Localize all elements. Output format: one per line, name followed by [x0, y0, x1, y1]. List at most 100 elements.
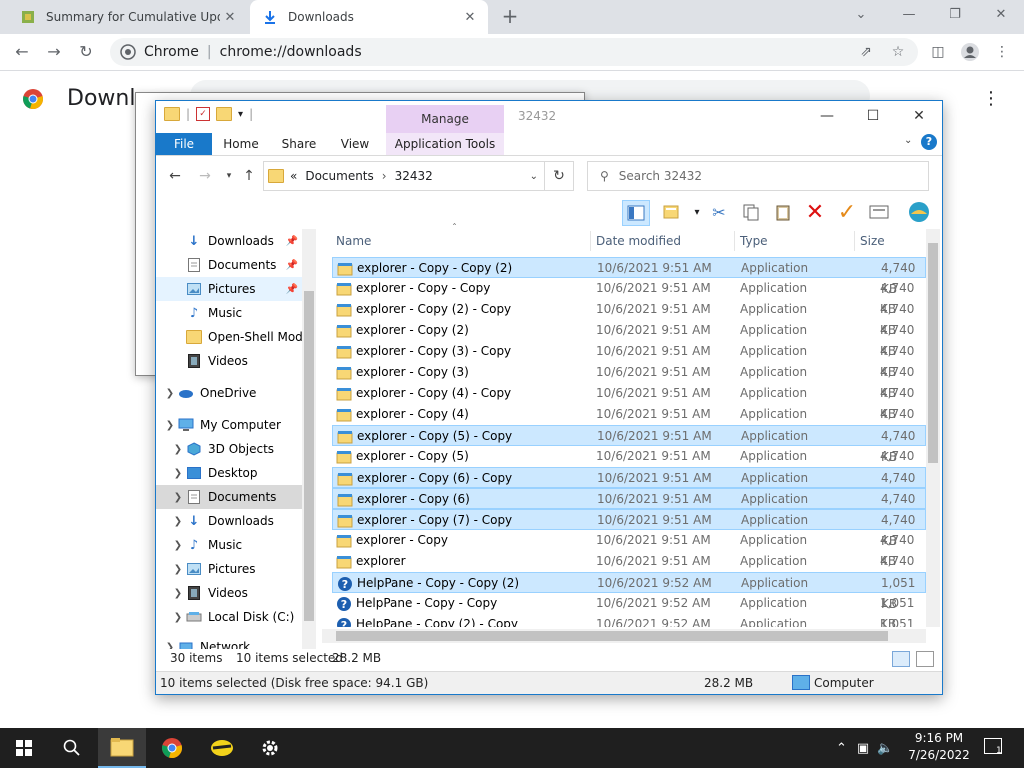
- tab-view[interactable]: View: [332, 133, 378, 155]
- file-row[interactable]: ? HelpPane - Copy (2) - Copy 10/6/2021 9:5…: [332, 614, 926, 627]
- restore-button[interactable]: ❐: [932, 4, 978, 26]
- file-row[interactable]: explorer - Copy (2) 10/6/2021 9:51 AM Appl…: [332, 320, 926, 358]
- profile-avatar-icon[interactable]: [958, 40, 982, 64]
- file-row[interactable]: explorer - Copy (4) - Copy 10/6/2021 9:51…: [332, 383, 926, 421]
- site-info[interactable]: Chrome: [120, 44, 199, 60]
- chevron-right-icon[interactable]: ❯: [170, 444, 186, 455]
- file-row[interactable]: explorer - Copy - Copy (2) 10/6/2021 9:51…: [332, 257, 926, 296]
- nav-scrollbar-thumb[interactable]: [304, 291, 314, 621]
- address-overflow[interactable]: «: [290, 169, 297, 183]
- file-row[interactable]: explorer - Copy 10/6/2021 9:51 AM Applicat…: [332, 530, 926, 568]
- file-row[interactable]: explorer - Copy (6) - Copy 10/6/2021 9:51…: [332, 467, 926, 506]
- refresh-button[interactable]: ↻: [545, 161, 574, 191]
- nav-item-desktop[interactable]: ❯ Desktop: [156, 461, 302, 485]
- system-clock[interactable]: 9:16 PM 7/26/2022: [904, 730, 974, 766]
- file-row[interactable]: explorer - Copy (5) 10/6/2021 9:51 AM Appl…: [332, 446, 926, 484]
- column-separator[interactable]: [734, 231, 735, 251]
- close-tab-icon[interactable]: ✕: [460, 10, 480, 25]
- paste-icon[interactable]: [770, 200, 796, 224]
- new-tab-button[interactable]: +: [498, 4, 522, 28]
- chevron-down-icon[interactable]: ❯: [162, 420, 178, 431]
- column-size[interactable]: Size: [860, 229, 885, 253]
- file-row[interactable]: ? HelpPane - Copy - Copy (2) 10/6/2021 9:5…: [332, 572, 926, 611]
- chevron-right-icon[interactable]: ❯: [170, 564, 186, 575]
- back-button[interactable]: ←: [10, 40, 34, 64]
- tab-search-icon[interactable]: ⌄: [838, 4, 884, 26]
- bookmark-star-icon[interactable]: ☆: [886, 40, 910, 64]
- forward-arrow-icon[interactable]: →: [194, 166, 216, 186]
- vertical-scrollbar-thumb[interactable]: [928, 243, 938, 463]
- nav-item-downloads-pc[interactable]: ❯ ↓ Downloads: [156, 509, 302, 533]
- back-arrow-icon[interactable]: ←: [164, 166, 186, 186]
- tab-downloads[interactable]: Downloads ✕: [250, 0, 488, 34]
- properties-icon[interactable]: ✓: [196, 107, 211, 121]
- nav-item-videos-pc[interactable]: ❯ Videos: [156, 581, 302, 605]
- reload-button[interactable]: ↻: [74, 40, 98, 64]
- nav-item-documents-pc[interactable]: ❯ Documents: [156, 485, 302, 509]
- cut-icon[interactable]: ✂: [706, 200, 732, 224]
- layout-icon[interactable]: [660, 200, 686, 224]
- file-row[interactable]: explorer - Copy (5) - Copy 10/6/2021 9:51…: [332, 425, 926, 464]
- column-separator[interactable]: [590, 231, 591, 251]
- tab-file[interactable]: File: [156, 133, 212, 155]
- breadcrumb-current[interactable]: 32432: [395, 169, 433, 183]
- nav-item-my-computer[interactable]: ❯ My Computer: [156, 413, 302, 437]
- search-icon[interactable]: [48, 728, 96, 768]
- customize-qat-icon[interactable]: ▾: [238, 109, 243, 120]
- nav-item-open-shell[interactable]: Open-Shell Mod: [156, 325, 303, 349]
- nav-item-documents[interactable]: Documents 📌: [156, 253, 302, 277]
- chrome-taskbar-icon[interactable]: [148, 728, 196, 768]
- file-row[interactable]: explorer - Copy - Copy 10/6/2021 9:51 AM A…: [332, 278, 926, 316]
- file-row[interactable]: explorer - Copy (7) - Copy 10/6/2021 9:51…: [332, 509, 926, 548]
- chevron-right-icon[interactable]: ❯: [170, 468, 186, 479]
- rename-checkmark-icon[interactable]: ✓: [834, 200, 860, 225]
- close-window-button[interactable]: ✕: [978, 4, 1024, 26]
- chevron-down-icon[interactable]: ⌄: [904, 135, 912, 146]
- column-date-modified[interactable]: Date modified: [596, 229, 681, 253]
- nav-item-music-pc[interactable]: ❯ ♪ Music: [156, 533, 302, 557]
- breadcrumb-documents[interactable]: Documents: [305, 169, 373, 183]
- chevron-up-icon[interactable]: ⌃: [836, 741, 847, 756]
- chevron-right-icon[interactable]: ❯: [170, 540, 186, 551]
- chevron-right-icon[interactable]: ❯: [170, 516, 186, 527]
- help-icon[interactable]: ?: [921, 134, 937, 150]
- column-separator[interactable]: [854, 231, 855, 251]
- explorer-close-button[interactable]: ✕: [896, 105, 942, 127]
- tab-summary[interactable]: Summary for Cumulative Update ✕: [8, 0, 248, 34]
- chrome-menu-icon[interactable]: ⋮: [990, 40, 1014, 64]
- horizontal-scrollbar-thumb[interactable]: [336, 631, 888, 641]
- nav-item-pictures-pc[interactable]: ❯ Pictures: [156, 557, 302, 581]
- details-view-icon[interactable]: [892, 651, 910, 667]
- side-panel-icon[interactable]: ◫: [926, 40, 950, 64]
- nav-item-downloads[interactable]: ↓ Downloads 📌: [156, 229, 302, 253]
- nav-item-3d-objects[interactable]: ❯ 3D Objects: [156, 437, 302, 461]
- globe-icon[interactable]: [906, 200, 932, 224]
- chevron-right-icon[interactable]: ❯: [170, 588, 186, 599]
- file-row[interactable]: explorer - Copy (3) - Copy 10/6/2021 9:51…: [332, 341, 926, 379]
- address-history-icon[interactable]: ⌄: [530, 171, 538, 182]
- app-taskbar-icon[interactable]: [198, 728, 246, 768]
- explorer-maximize-button[interactable]: ☐: [850, 105, 896, 127]
- minimize-button[interactable]: —: [886, 4, 932, 26]
- settings-gear-icon[interactable]: [246, 728, 294, 768]
- file-row[interactable]: explorer - Copy (6) 10/6/2021 9:51 AM Appl…: [332, 488, 926, 527]
- file-row[interactable]: explorer - Copy (4) 10/6/2021 9:51 AM Appl…: [332, 404, 926, 442]
- tab-application-tools[interactable]: Application Tools: [386, 133, 504, 155]
- volume-icon[interactable]: 🔈: [877, 741, 893, 756]
- large-icons-view-icon[interactable]: [916, 651, 934, 667]
- share-icon[interactable]: ⇗: [854, 40, 878, 64]
- up-arrow-icon[interactable]: ↑: [238, 166, 260, 186]
- explorer-title-bar[interactable]: | ✓ ▾ | Manage 32432 — ☐ ✕: [156, 101, 942, 133]
- chevron-right-icon[interactable]: ❯: [170, 612, 186, 623]
- address-bar[interactable]: Chrome | chrome://downloads: [110, 38, 918, 66]
- file-row[interactable]: ? HelpPane - Copy - Copy 10/6/2021 9:52 AM…: [332, 593, 926, 627]
- nav-item-pictures[interactable]: Pictures 📌: [156, 277, 302, 301]
- forward-button[interactable]: →: [42, 40, 66, 64]
- chevron-right-icon[interactable]: ❯: [170, 492, 186, 503]
- explorer-address-bar[interactable]: « Documents › 32432 ⌄: [263, 161, 545, 191]
- file-row[interactable]: explorer - Copy (3) 10/6/2021 9:51 AM Appl…: [332, 362, 926, 400]
- tab-share[interactable]: Share: [276, 133, 322, 155]
- file-row[interactable]: explorer - Copy (2) - Copy 10/6/2021 9:51…: [332, 299, 926, 337]
- file-explorer-taskbar-icon[interactable]: [98, 728, 146, 768]
- close-tab-icon[interactable]: ✕: [220, 10, 240, 25]
